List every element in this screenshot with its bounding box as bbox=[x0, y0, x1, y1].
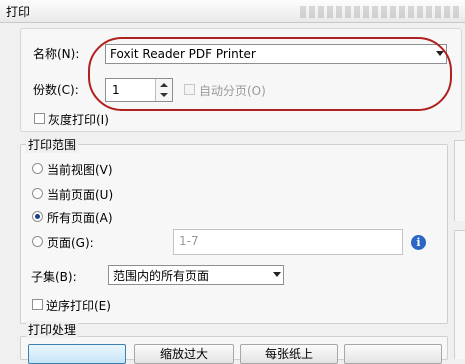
stepper-buttons[interactable] bbox=[155, 79, 172, 101]
arrow-up-icon[interactable] bbox=[160, 83, 168, 87]
grayscale-checkbox[interactable] bbox=[34, 113, 45, 124]
reverse-label: 逆序打印(E) bbox=[46, 299, 111, 313]
subset-label: 子集(B): bbox=[31, 270, 77, 284]
handling-button-3[interactable]: 每张纸上 bbox=[240, 344, 338, 364]
handling-button-1[interactable] bbox=[28, 344, 126, 364]
chevron-down-icon bbox=[436, 51, 444, 56]
label-current-view: 当前视图(V) bbox=[47, 163, 113, 177]
arrow-down-icon[interactable] bbox=[160, 93, 168, 97]
print-range-title: 打印范围 bbox=[26, 136, 79, 153]
preview-panel-edge bbox=[454, 140, 465, 221]
label-pages: 页面(G): bbox=[47, 236, 94, 250]
printer-name-label: 名称(N): bbox=[33, 47, 80, 61]
info-icon[interactable]: i bbox=[411, 235, 426, 250]
label-current-page: 当前页面(U) bbox=[47, 188, 114, 202]
handling-button-4[interactable] bbox=[344, 344, 442, 364]
radio-all-pages[interactable] bbox=[32, 211, 43, 222]
radio-current-page[interactable] bbox=[32, 188, 43, 199]
radio-pages[interactable] bbox=[32, 236, 43, 247]
collate-checkbox[interactable] bbox=[184, 84, 195, 95]
collate-label: 自动分页(O) bbox=[199, 84, 266, 98]
pages-placeholder: 1-7 bbox=[179, 234, 199, 248]
print-handling-title: 打印处理 bbox=[26, 321, 79, 338]
reverse-checkbox[interactable] bbox=[32, 299, 43, 310]
window-title: 打印 bbox=[6, 5, 31, 19]
subset-select[interactable]: 范围内的所有页面 bbox=[108, 265, 284, 285]
pages-input[interactable]: 1-7 bbox=[173, 229, 403, 255]
copies-value: 1 bbox=[112, 83, 120, 97]
handling-button-2[interactable]: 缩放过大 bbox=[134, 344, 234, 364]
printer-select[interactable]: Foxit Reader PDF Printer bbox=[105, 44, 447, 64]
radio-current-view[interactable] bbox=[32, 163, 43, 174]
grayscale-label: 灰度打印(I) bbox=[48, 113, 109, 127]
title-bar: 打印 bbox=[0, 0, 465, 23]
blurred-title-area bbox=[300, 6, 460, 18]
preview-panel-edge-lower bbox=[454, 230, 465, 359]
chevron-down-icon bbox=[273, 272, 281, 277]
label-all-pages: 所有页面(A) bbox=[47, 211, 113, 225]
subset-select-value: 范围内的所有页面 bbox=[113, 268, 210, 283]
printer-select-value: Foxit Reader PDF Printer bbox=[110, 47, 256, 61]
copies-stepper[interactable]: 1 bbox=[105, 78, 173, 102]
copies-label: 份数(C): bbox=[33, 83, 79, 97]
